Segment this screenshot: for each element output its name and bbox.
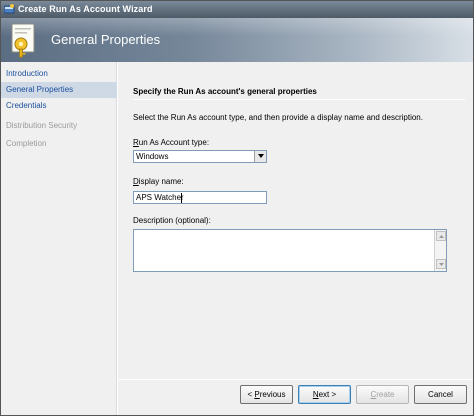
cancel-button[interactable]: Cancel <box>414 385 467 404</box>
account-type-select[interactable]: Windows <box>133 150 267 163</box>
text-caret <box>181 193 182 203</box>
nav-item-distribution-security: Distribution Security <box>6 121 78 130</box>
footer-divider <box>118 379 473 380</box>
header-banner: General Properties <box>1 18 473 62</box>
title-bar[interactable]: Create Run As Account Wizard <box>1 1 473 18</box>
nav-item-introduction[interactable]: Introduction <box>1 66 117 82</box>
chevron-down-icon <box>439 263 444 266</box>
account-type-value: Windows <box>136 152 169 161</box>
wizard-window: Create Run As Account Wizard General Pro… <box>0 0 474 416</box>
scroll-down-button[interactable] <box>436 259 446 269</box>
chevron-up-icon <box>439 235 444 238</box>
create-button: Create <box>356 385 409 404</box>
instructions-text: Select the Run As account type, and then… <box>133 113 423 122</box>
next-button[interactable]: Next > <box>298 385 351 404</box>
nav-item-completion: Completion <box>6 139 47 148</box>
scroll-up-button[interactable] <box>436 231 446 241</box>
wizard-icon <box>3 4 15 14</box>
page-title: General Properties <box>51 32 161 47</box>
nav-item-general-properties[interactable]: General Properties <box>1 82 117 98</box>
heading-divider <box>133 99 465 100</box>
display-name-label: Display name: <box>133 177 184 186</box>
chevron-down-icon <box>258 154 264 158</box>
account-type-label: Run As Account type: <box>133 138 210 147</box>
main-panel: Specify the Run As account's general pro… <box>118 62 473 415</box>
display-name-value: APS Watcher <box>136 193 184 202</box>
section-heading: Specify the Run As account's general pro… <box>133 87 317 96</box>
window-title: Create Run As Account Wizard <box>18 4 153 14</box>
dropdown-button[interactable] <box>254 151 266 162</box>
display-name-input[interactable]: APS Watcher <box>133 191 267 204</box>
previous-button[interactable]: < Previous <box>240 385 293 404</box>
description-label: Description (optional): <box>133 216 211 225</box>
nav-item-credentials[interactable]: Credentials <box>1 98 117 114</box>
description-input[interactable] <box>133 229 447 272</box>
wizard-steps-nav: Introduction General Properties Credenti… <box>1 62 117 415</box>
description-scrollbar[interactable] <box>434 230 446 271</box>
key-icon <box>7 22 39 58</box>
